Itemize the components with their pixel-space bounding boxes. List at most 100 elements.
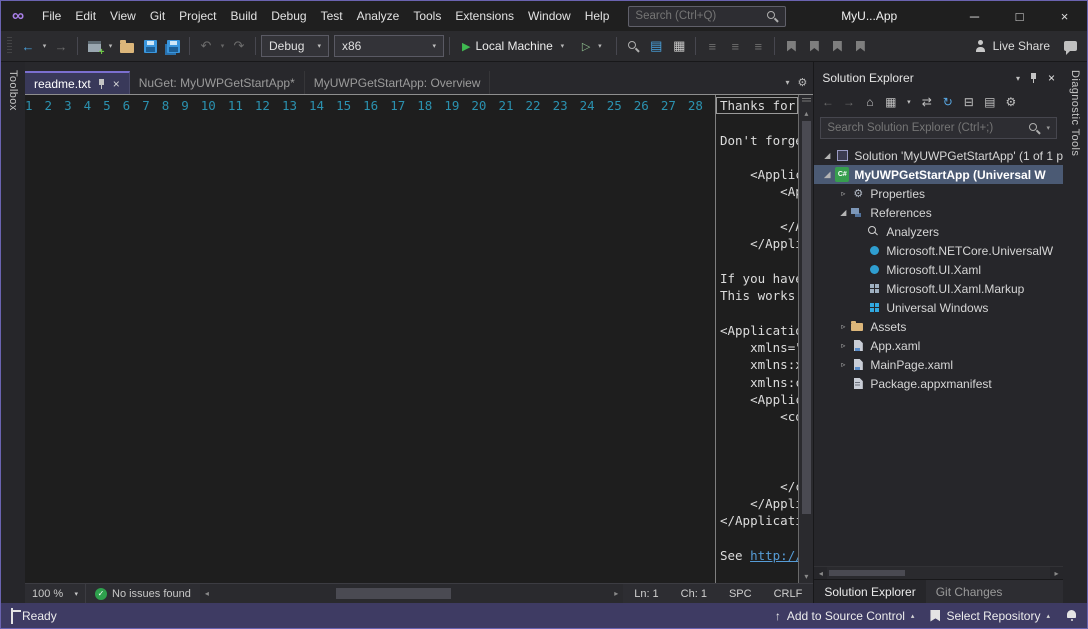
send-feedback-icon[interactable] [1059,34,1081,58]
solution-configurations-select[interactable]: Debug ▾ [261,35,329,57]
redo-icon[interactable]: ↷ [228,34,250,58]
code-line-24[interactable]: </Application.Resources> [716,495,798,512]
document-health-indicator[interactable]: ✓ No issues found [85,584,200,603]
code-line-17[interactable]: xmlns:controls="using:Microsoft.UI.Xaml.… [716,374,798,391]
editor[interactable]: 1234567891011121314151617181920212223242… [25,94,813,583]
se-forward-icon[interactable]: → [842,95,855,109]
switch-views-icon[interactable]: ▦ [884,95,897,109]
scrollbar-track[interactable] [827,567,1050,579]
se-horizontal-scrollbar[interactable]: ◂ ▸ [814,566,1063,579]
scrollbar-thumb[interactable] [336,588,451,599]
scrollbar-thumb[interactable] [802,121,811,514]
switch-views-dropdown-icon[interactable]: ▾ [905,98,912,106]
error-list-icon[interactable]: ≡ [701,34,723,58]
collapsed-arrow-icon[interactable]: ▹ [836,322,850,331]
navigate-back-dropdown-icon[interactable]: ▾ [40,42,49,50]
new-project-icon[interactable] [83,34,105,58]
scrollbar-track[interactable] [799,120,813,569]
tab-myuwpgetstartapp-overview[interactable]: MyUWPGetStartApp: Overview [305,71,491,94]
spaces-indicator[interactable]: SPC [718,588,763,600]
solution-explorer-search-box[interactable]: ▾ [820,117,1057,139]
team-explorer-icon[interactable]: ▦ [668,34,690,58]
undo-dropdown-icon[interactable]: ▾ [218,42,227,50]
expanded-arrow-icon[interactable]: ◢ [836,208,850,217]
code-line-21[interactable]: <!-- Other app resources here --> [716,443,798,460]
clear-bookmarks-icon[interactable] [849,34,871,58]
quick-search-box[interactable] [628,6,786,27]
tree-item-mainpage-xaml[interactable]: ▹MainPage.xaml [814,355,1063,374]
close-icon[interactable]: × [1048,71,1055,85]
solution-platforms-select[interactable]: x86 ▾ [334,35,444,57]
toggle-bookmark-icon[interactable] [780,34,802,58]
tree-item-solution-myuwpgetstartapp-1-of-1-p[interactable]: ◢Solution 'MyUWPGetStartApp' (1 of 1 p [814,146,1063,165]
menu-analyze[interactable]: Analyze [350,1,407,31]
tab-readme-txt[interactable]: readme.txt× [25,71,130,94]
diagnostic-tools-tab-label[interactable]: Diagnostic Tools [1069,70,1081,603]
tree-item-assets[interactable]: ▹Assets [814,317,1063,336]
collapsed-arrow-icon[interactable]: ▹ [836,360,850,369]
close-icon[interactable]: × [113,77,120,91]
undo-icon[interactable]: ↶ [195,34,217,58]
collapsed-arrow-icon[interactable]: ▹ [836,189,850,198]
code-line-10[interactable] [716,253,798,270]
menu-view[interactable]: View [103,1,143,31]
menu-project[interactable]: Project [172,1,223,31]
expanded-arrow-icon[interactable]: ◢ [820,151,834,160]
code-line-1[interactable]: Thanks for installing the WinUI NuGet pa… [716,97,798,114]
solution-explorer-toolbar-icon[interactable]: ▤ [645,34,667,58]
save-all-icon[interactable] [162,34,184,58]
menu-tools[interactable]: Tools [406,1,448,31]
scroll-left-icon[interactable]: ◂ [200,584,214,603]
menu-help[interactable]: Help [578,1,617,31]
new-project-dropdown-icon[interactable]: ▾ [106,42,115,50]
hyperlink[interactable]: http://aka.ms/winui [750,548,798,563]
solution-explorer-search-input[interactable] [827,122,1023,134]
previous-bookmark-icon[interactable] [803,34,825,58]
code-line-23[interactable]: </controls:XamlControlsResources> [716,478,798,495]
tree-item-package-appxmanifest[interactable]: Package.appxmanifest [814,374,1063,393]
code-line-13[interactable] [716,305,798,322]
navigate-forward-icon[interactable]: → [50,34,72,58]
scroll-down-icon[interactable]: ▾ [799,569,813,583]
home-icon[interactable]: ⌂ [863,95,876,109]
tree-item-references[interactable]: ◢References [814,203,1063,222]
code-line-9[interactable]: </Application> [716,235,798,252]
diagnostic-tools-strip[interactable]: Diagnostic Tools [1063,62,1087,603]
menu-window[interactable]: Window [521,1,578,31]
code-line-11[interactable]: If you have other resources, then we rec… [716,270,798,287]
add-to-source-control-button[interactable]: ↑ Add to Source Control ▴ [775,609,915,623]
close-button[interactable]: × [1042,1,1087,31]
menu-extensions[interactable]: Extensions [448,1,521,31]
sync-with-active-document-icon[interactable]: ⇄ [920,95,933,109]
scroll-left-icon[interactable]: ◂ [814,567,827,579]
navigate-back-icon[interactable]: ← [17,34,39,58]
tree-item-analyzers[interactable]: Analyzers [814,222,1063,241]
tree-item-microsoft-netcore-universalw[interactable]: Microsoft.NETCore.UniversalW [814,241,1063,260]
code-line-19[interactable]: <controls:XamlControlsResources> [716,408,798,425]
splitter-grip[interactable] [802,98,811,103]
show-all-files-icon[interactable]: ▤ [983,95,996,109]
properties-gear-icon[interactable]: ⚙ [1004,95,1017,109]
task-list-icon[interactable]: ≡ [747,34,769,58]
code-line-2[interactable] [716,114,798,131]
editor-code[interactable]: Thanks for installing the WinUI NuGet pa… [715,95,798,583]
toolbox-tab-label[interactable]: Toolbox [7,70,19,603]
menu-file[interactable]: File [35,1,68,31]
window-position-dropdown-icon[interactable]: ▾ [1016,74,1020,83]
code-line-4[interactable] [716,149,798,166]
output-window-icon[interactable]: ≡ [724,34,746,58]
collapse-all-icon[interactable]: ⊟ [962,95,975,109]
collapsed-arrow-icon[interactable]: ▹ [836,341,850,350]
code-line-16[interactable]: xmlns:x="http://schemas.microsoft.com/wi… [716,356,798,373]
code-line-14[interactable]: <Application [716,322,798,339]
scroll-right-icon[interactable]: ▸ [1050,567,1063,579]
background-tasks-icon[interactable] [11,609,13,623]
notifications-bell-icon[interactable] [1066,610,1077,622]
chevron-down-icon[interactable]: ▾ [1046,124,1050,132]
editor-options-gear-icon[interactable]: ⚙ [797,76,807,89]
scroll-right-icon[interactable]: ▸ [609,584,623,603]
toolbar-drag-handle[interactable] [7,37,12,55]
code-line-18[interactable]: <Application.Resources> [716,391,798,408]
tree-item-microsoft-ui-xaml[interactable]: Microsoft.UI.Xaml [814,260,1063,279]
code-line-3[interactable]: Don't forget to set XamlControlsResource… [716,132,798,149]
